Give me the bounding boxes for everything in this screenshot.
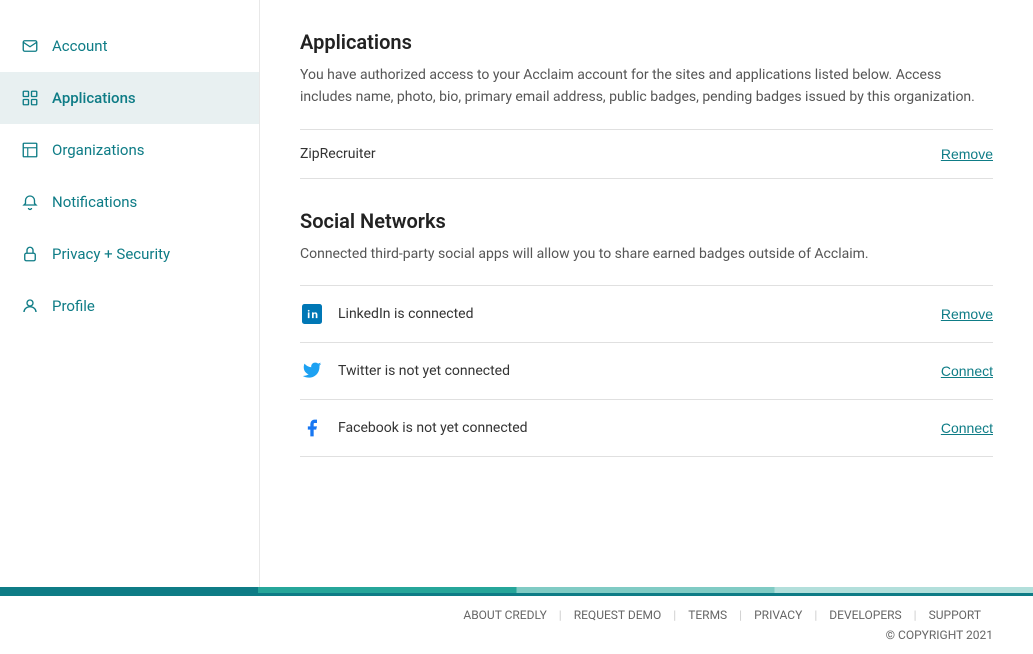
page-layout: Account Applications (0, 0, 1033, 654)
sidebar-item-organizations[interactable]: Organizations (0, 124, 259, 176)
sidebar-item-privacy-security[interactable]: Privacy + Security (0, 228, 259, 280)
twitter-connect-button[interactable]: Connect (941, 363, 993, 379)
footer-link-terms[interactable]: TERMS (676, 608, 739, 622)
footer-link-request-demo[interactable]: REQUEST DEMO (562, 608, 674, 622)
sidebar-item-profile-label: Profile (52, 297, 95, 315)
social-networks-desc: Connected third-party social apps will a… (300, 243, 993, 265)
facebook-icon (300, 416, 324, 440)
lock-icon (20, 244, 40, 264)
facebook-status-label: Facebook is not yet connected (338, 420, 528, 436)
facebook-row-left: Facebook is not yet connected (300, 416, 528, 440)
footer-link-support[interactable]: SUPPORT (917, 608, 993, 622)
sidebar-item-notifications-label: Notifications (52, 193, 137, 211)
linkedin-status-label: LinkedIn is connected (338, 306, 474, 322)
sidebar-item-privacy-security-label: Privacy + Security (52, 245, 170, 263)
twitter-status-label: Twitter is not yet connected (338, 363, 510, 379)
envelope-icon (20, 36, 40, 56)
user-icon (20, 296, 40, 316)
linkedin-icon (300, 302, 324, 326)
social-row-twitter: Twitter is not yet connected Connect (300, 343, 993, 400)
footer-link-about[interactable]: ABOUT CREDLY (451, 608, 558, 622)
sidebar-item-account[interactable]: Account (0, 20, 259, 72)
sidebar-item-account-label: Account (52, 37, 108, 55)
social-row-linkedin: LinkedIn is connected Remove (300, 285, 993, 343)
social-row-facebook: Facebook is not yet connected Connect (300, 400, 993, 457)
linkedin-row-left: LinkedIn is connected (300, 302, 474, 326)
sidebar-item-applications-label: Applications (52, 89, 136, 107)
applications-title: Applications (300, 30, 993, 54)
twitter-icon (300, 359, 324, 383)
footer-copyright: © COPYRIGHT 2021 (886, 628, 993, 642)
twitter-row-left: Twitter is not yet connected (300, 359, 510, 383)
bell-icon (20, 192, 40, 212)
grid-icon (20, 88, 40, 108)
sidebar: Account Applications (0, 0, 260, 587)
social-networks-section: Social Networks Connected third-party so… (300, 209, 993, 457)
footer-link-developers[interactable]: DEVELOPERS (817, 608, 913, 622)
footer-links: ABOUT CREDLY | REQUEST DEMO | TERMS | PR… (451, 608, 993, 622)
app-row-ziprecruiter: ZipRecruiter Remove (300, 129, 993, 179)
facebook-connect-button[interactable]: Connect (941, 420, 993, 436)
applications-section: Applications You have authorized access … (300, 30, 993, 179)
sidebar-item-notifications[interactable]: Notifications (0, 176, 259, 228)
app-name-ziprecruiter: ZipRecruiter (300, 146, 376, 162)
footer: ABOUT CREDLY | REQUEST DEMO | TERMS | PR… (0, 593, 1033, 654)
building-icon (20, 140, 40, 160)
sidebar-item-profile[interactable]: Profile (0, 280, 259, 332)
footer-link-privacy[interactable]: PRIVACY (742, 608, 814, 622)
main-content: Applications You have authorized access … (260, 0, 1033, 587)
social-networks-title: Social Networks (300, 209, 993, 233)
main-row: Account Applications (0, 0, 1033, 587)
remove-ziprecruiter-button[interactable]: Remove (941, 146, 993, 162)
linkedin-remove-button[interactable]: Remove (941, 306, 993, 322)
sidebar-item-applications[interactable]: Applications (0, 72, 259, 124)
sidebar-item-organizations-label: Organizations (52, 141, 145, 159)
applications-desc: You have authorized access to your Accla… (300, 64, 993, 109)
